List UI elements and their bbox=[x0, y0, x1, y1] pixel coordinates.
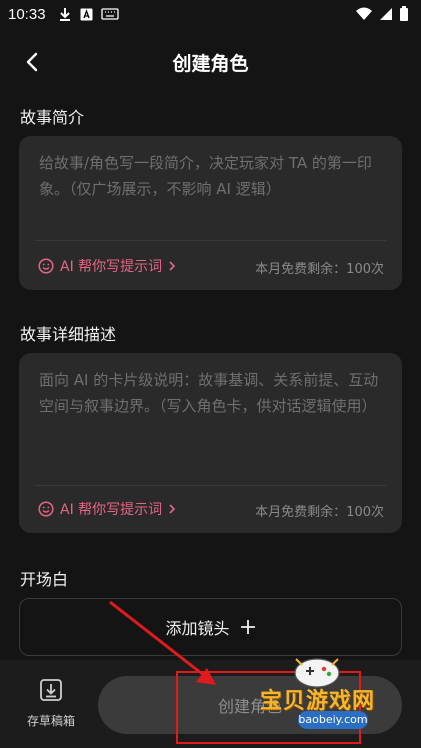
divider bbox=[35, 485, 386, 486]
story-intro-label: 故事简介 bbox=[20, 108, 85, 127]
battery-icon bbox=[400, 6, 408, 21]
divider bbox=[35, 240, 386, 241]
ai-helper-label: AI 帮你写提示词 bbox=[60, 259, 163, 275]
status-bar: 10:33 bbox=[0, 0, 421, 28]
save-draft-icon bbox=[40, 679, 62, 701]
watermark-url: baobeiy.com bbox=[298, 711, 368, 729]
ai-helper-button[interactable]: AI 帮你写提示词 bbox=[38, 256, 176, 276]
page-title: 创建角色 bbox=[172, 52, 249, 75]
save-draft-button[interactable]: 存草稿箱 bbox=[22, 678, 80, 729]
chevron-right-icon bbox=[169, 504, 176, 514]
keyboard-a-icon bbox=[80, 8, 93, 20]
ai-helper-button[interactable]: AI 帮你写提示词 bbox=[38, 499, 176, 519]
watermark-logo: 宝贝游戏网 baobeiy.com bbox=[240, 655, 400, 737]
signal-icon bbox=[380, 8, 392, 20]
smile-icon bbox=[38, 258, 54, 274]
quota-text: 本月免费剩余：100次 bbox=[255, 262, 384, 277]
add-shot-button[interactable]: 添加镜头 bbox=[19, 598, 402, 656]
story-intro-field[interactable]: 给故事/角色写一段简介，决定玩家对 TA 的第一印象。（仅广场展示，不影响 AI… bbox=[19, 136, 402, 290]
chevron-left-icon bbox=[26, 52, 38, 72]
keyboard-icon bbox=[100, 8, 119, 20]
story-intro-placeholder: 给故事/角色写一段简介，决定玩家对 TA 的第一印象。（仅广场展示，不影响 AI… bbox=[39, 154, 372, 198]
wifi-icon bbox=[356, 7, 372, 20]
opening-label: 开场白 bbox=[20, 570, 69, 589]
story-detail-label: 故事详细描述 bbox=[20, 325, 117, 344]
story-detail-placeholder: 面向 AI 的卡片级说明：故事基调、关系前提、互动空间与叙事边界。（写入角色卡，… bbox=[39, 371, 379, 415]
save-draft-label: 存草稿箱 bbox=[26, 714, 75, 728]
chevron-right-icon bbox=[169, 261, 176, 271]
download-icon bbox=[59, 8, 70, 21]
quota-text: 本月免费剩余：100次 bbox=[255, 505, 384, 520]
smile-icon bbox=[38, 501, 54, 517]
ai-helper-label: AI 帮你写提示词 bbox=[60, 502, 163, 518]
header: 创建角色 bbox=[0, 36, 421, 88]
add-shot-label: 添加镜头 bbox=[165, 619, 230, 638]
back-button[interactable] bbox=[18, 48, 46, 76]
plus-icon bbox=[240, 620, 255, 634]
story-detail-field[interactable]: 面向 AI 的卡片级说明：故事基调、关系前提、互动空间与叙事边界。（写入角色卡，… bbox=[19, 353, 402, 533]
status-time: 10:33 bbox=[8, 5, 46, 23]
